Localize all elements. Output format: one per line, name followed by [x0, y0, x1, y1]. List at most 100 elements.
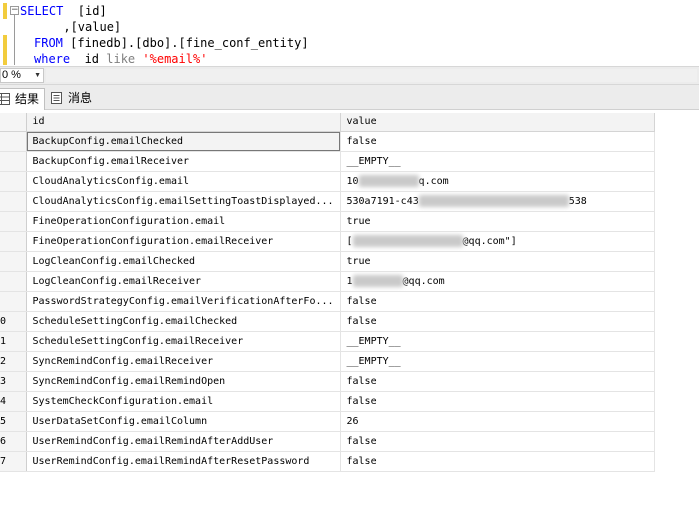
- results-tab-strip: 结果 消息: [0, 85, 699, 110]
- cell-id[interactable]: SyncRemindConfig.emailRemindOpen: [26, 371, 341, 392]
- code-line-4: where id like '%email%': [34, 52, 208, 66]
- results-grid[interactable]: id value BackupConfig.emailChecked false B…: [0, 110, 699, 507]
- table-row[interactable]: 0 ScheduleSettingConfig.emailChecked false: [0, 311, 655, 332]
- cell-value[interactable]: __EMPTY__: [340, 331, 655, 352]
- row-number[interactable]: [0, 291, 27, 312]
- cell-value[interactable]: 10 q.com: [340, 171, 655, 192]
- cell-id[interactable]: CloudAnalyticsConfig.emailSettingToastDi…: [26, 191, 341, 212]
- row-number[interactable]: [0, 211, 27, 232]
- table-row[interactable]: BackupConfig.emailReceiver __EMPTY__: [0, 151, 655, 172]
- cell-value[interactable]: true: [340, 251, 655, 272]
- table-row[interactable]: CloudAnalyticsConfig.emailSettingToastDi…: [0, 191, 655, 212]
- row-number[interactable]: [0, 251, 27, 272]
- cell-id-text: LogCleanConfig.emailChecked: [32, 255, 196, 267]
- row-number[interactable]: 6: [0, 431, 27, 452]
- cell-value-text: __EMPTY__: [346, 155, 401, 167]
- cell-value[interactable]: 1 @qq.com: [340, 271, 655, 292]
- row-number[interactable]: [0, 151, 27, 172]
- change-marker: [3, 3, 7, 19]
- cell-value-text: 1: [346, 276, 353, 287]
- table-row[interactable]: LogCleanConfig.emailReceiver 1 @qq.com: [0, 271, 655, 292]
- tab-messages[interactable]: 消息: [46, 88, 102, 110]
- cell-id[interactable]: PasswordStrategyConfig.emailVerification…: [26, 291, 341, 312]
- cell-value-text: 26: [346, 415, 359, 427]
- table-row[interactable]: FineOperationConfiguration.email true: [0, 211, 655, 232]
- message-icon: [51, 92, 62, 104]
- table-row[interactable]: BackupConfig.emailChecked false: [0, 131, 655, 152]
- cell-value[interactable]: false: [340, 451, 655, 472]
- table-row[interactable]: 3 SyncRemindConfig.emailRemindOpen false: [0, 371, 655, 392]
- row-number[interactable]: 1: [0, 331, 27, 352]
- table-row[interactable]: FineOperationConfiguration.emailReceiver…: [0, 231, 655, 252]
- cell-id[interactable]: FineOperationConfiguration.email: [26, 211, 341, 232]
- cell-value[interactable]: 530a7191-c43 538: [340, 191, 655, 212]
- cell-id[interactable]: SystemCheckConfiguration.email: [26, 391, 341, 412]
- cell-value-text: true: [346, 255, 371, 267]
- cell-id[interactable]: BackupConfig.emailReceiver: [26, 151, 341, 172]
- cell-value[interactable]: 26: [340, 411, 655, 432]
- table-row[interactable]: 1 ScheduleSettingConfig.emailReceiver __EM…: [0, 331, 655, 352]
- cell-value-text: __EMPTY__: [346, 335, 401, 347]
- cell-id[interactable]: ScheduleSettingConfig.emailChecked: [26, 311, 341, 332]
- table-row[interactable]: PasswordStrategyConfig.emailVerification…: [0, 291, 655, 312]
- cell-value-text: true: [346, 215, 371, 227]
- column-header-id[interactable]: id: [26, 113, 341, 132]
- cell-id-text: UserRemindConfig.emailRemindAfterResetPa…: [32, 455, 310, 467]
- cell-value[interactable]: __EMPTY__: [340, 151, 655, 172]
- cell-value-text: false: [346, 295, 377, 307]
- tab-results[interactable]: 结果: [0, 88, 45, 110]
- table-row[interactable]: CloudAnalyticsConfig.email 10 q.com: [0, 171, 655, 192]
- row-number[interactable]: 3: [0, 371, 27, 392]
- collapse-icon[interactable]: −: [10, 6, 19, 15]
- cell-value[interactable]: __EMPTY__: [340, 351, 655, 372]
- cell-id[interactable]: FineOperationConfiguration.emailReceiver: [26, 231, 341, 252]
- table-row[interactable]: 6 UserRemindConfig.emailRemindAfterAddUse…: [0, 431, 655, 452]
- row-number[interactable]: [0, 171, 27, 192]
- table-row[interactable]: 2 SyncRemindConfig.emailReceiver __EMPTY__: [0, 351, 655, 372]
- row-number[interactable]: 5: [0, 411, 27, 432]
- cell-id[interactable]: SyncRemindConfig.emailReceiver: [26, 351, 341, 372]
- row-number[interactable]: [0, 271, 27, 292]
- cell-value[interactable]: true: [340, 211, 655, 232]
- cell-id[interactable]: LogCleanConfig.emailChecked: [26, 251, 341, 272]
- cell-id[interactable]: ScheduleSettingConfig.emailReceiver: [26, 331, 341, 352]
- cell-value[interactable]: false: [340, 431, 655, 452]
- sql-editor[interactable]: − SELECT [id] ,[value] FROM [finedb].[db…: [0, 0, 699, 66]
- code-line-3: FROM [finedb].[dbo].[fine_conf_entity]: [34, 36, 309, 50]
- cell-id[interactable]: BackupConfig.emailChecked: [26, 131, 341, 152]
- row-number[interactable]: 0: [0, 311, 27, 332]
- row-number[interactable]: [0, 191, 27, 212]
- redacted-blur: [358, 175, 419, 187]
- cell-value[interactable]: false: [340, 371, 655, 392]
- cell-value[interactable]: false: [340, 291, 655, 312]
- table-row[interactable]: 5 UserDataSetConfig.emailColumn 26: [0, 411, 655, 432]
- horizontal-scrollbar[interactable]: [46, 69, 697, 82]
- cell-value-text: false: [346, 395, 377, 407]
- table-row[interactable]: LogCleanConfig.emailChecked true: [0, 251, 655, 272]
- cell-id-text: SyncRemindConfig.emailReceiver: [32, 355, 214, 367]
- cell-value[interactable]: false: [340, 311, 655, 332]
- row-number[interactable]: 7: [0, 451, 27, 472]
- redacted-blur: [352, 235, 463, 247]
- cell-value[interactable]: false: [340, 391, 655, 412]
- table-row[interactable]: 7 UserRemindConfig.emailRemindAfterResetP…: [0, 451, 655, 472]
- table-row[interactable]: 4 SystemCheckConfiguration.email false: [0, 391, 655, 412]
- cell-id[interactable]: CloudAnalyticsConfig.email: [26, 171, 341, 192]
- column-header-value[interactable]: value: [340, 113, 655, 132]
- cell-id[interactable]: UserRemindConfig.emailRemindAfterAddUser: [26, 431, 341, 452]
- cell-value[interactable]: false: [340, 131, 655, 152]
- cell-id[interactable]: LogCleanConfig.emailReceiver: [26, 271, 341, 292]
- cell-id[interactable]: UserRemindConfig.emailRemindAfterResetPa…: [26, 451, 341, 472]
- code-line-1: SELECT [id]: [20, 4, 107, 18]
- row-number[interactable]: 2: [0, 351, 27, 372]
- redacted-blur: [418, 195, 569, 207]
- zoom-dropdown[interactable]: 0 % ▼: [0, 68, 44, 83]
- row-number[interactable]: [0, 231, 27, 252]
- results-table: id value BackupConfig.emailChecked false B…: [0, 113, 655, 472]
- row-number[interactable]: [0, 131, 27, 152]
- cell-id[interactable]: UserDataSetConfig.emailColumn: [26, 411, 341, 432]
- cell-value[interactable]: [@qq.com"]: [340, 231, 655, 252]
- tab-results-label: 结果: [15, 92, 40, 106]
- row-number[interactable]: 4: [0, 391, 27, 412]
- corner-header[interactable]: [0, 113, 27, 132]
